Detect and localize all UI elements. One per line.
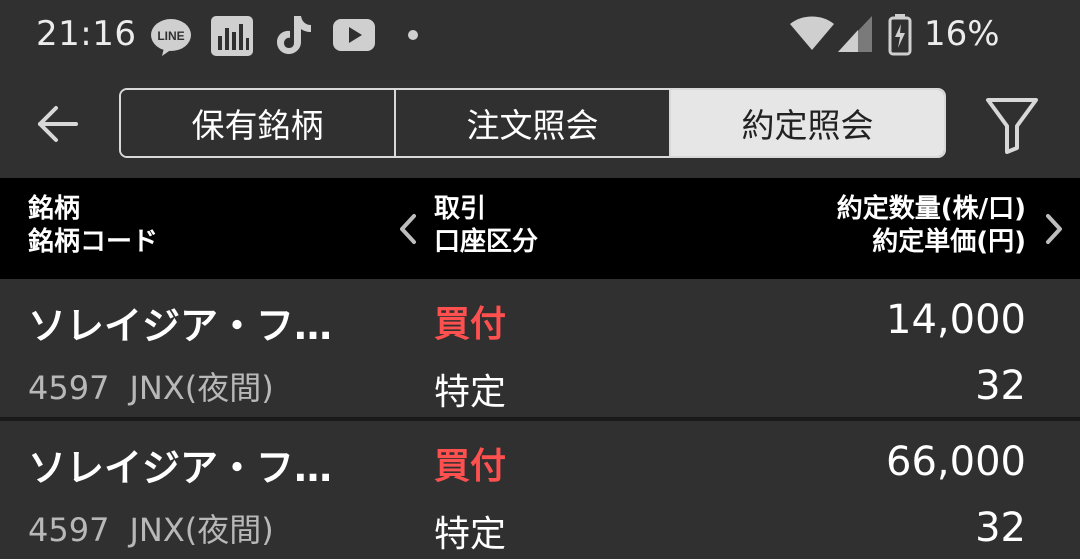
column-header: 銘柄 銘柄コード 取引 口座区分 約定数量(株/口) 約定単価(円) xyxy=(0,178,1080,279)
trade-side: 買付 xyxy=(434,446,507,487)
market-name: JNX(夜間) xyxy=(129,369,274,407)
line-icon: LINE xyxy=(151,19,191,56)
notification-dot-icon xyxy=(408,30,418,40)
executed-quantity: 14,000 xyxy=(886,297,1026,343)
clock: 21:16 xyxy=(36,14,137,54)
column-label-stock-code: 銘柄コード xyxy=(28,227,159,257)
stock-name: ソレイジア・フ… xyxy=(28,304,333,348)
tab-holdings[interactable]: 保有銘柄 xyxy=(121,90,396,156)
header: 保有銘柄 注文照会 約定照会 xyxy=(0,72,1080,178)
back-arrow-icon[interactable] xyxy=(36,102,80,146)
column-header-stock: 銘柄 銘柄コード xyxy=(28,193,158,259)
executed-price: 32 xyxy=(975,505,1026,551)
signal-icon xyxy=(838,16,872,52)
table-row[interactable]: ソレイジア・フ… 4597 JNX(夜間) 買付 特定 66,000 32 xyxy=(0,421,1080,559)
tiktok-icon xyxy=(277,16,311,54)
status-bar: 21:16 LINE 16% xyxy=(0,0,1080,72)
stock-code: 4597 xyxy=(28,369,110,407)
column-header-quantity-price: 約定数量(株/口) 約定単価(円) xyxy=(837,193,1026,259)
tab-execution-inquiry[interactable]: 約定照会 xyxy=(671,90,944,156)
column-label-unit-price: 約定単価(円) xyxy=(872,227,1026,257)
filter-icon[interactable] xyxy=(984,96,1040,154)
account-type: 特定 xyxy=(434,372,507,413)
table-row[interactable]: ソレイジア・フ… 4597 JNX(夜間) 買付 特定 14,000 32 xyxy=(0,279,1080,417)
equalizer-icon xyxy=(211,16,253,56)
stock-code: 4597 xyxy=(28,511,110,549)
stock-name: ソレイジア・フ… xyxy=(28,446,333,490)
column-label-quantity: 約定数量(株/口) xyxy=(836,194,1026,224)
column-label-account-type: 口座区分 xyxy=(434,227,539,257)
column-header-trade: 取引 口座区分 xyxy=(434,193,538,259)
market-name: JNX(夜間) xyxy=(129,511,274,549)
battery-percent: 16% xyxy=(924,14,1000,54)
trade-side: 買付 xyxy=(434,304,507,345)
account-type: 特定 xyxy=(434,514,507,555)
executed-price: 32 xyxy=(975,363,1026,409)
column-label-stock: 銘柄 xyxy=(28,194,81,224)
svg-text:LINE: LINE xyxy=(157,29,184,43)
chevron-right-icon[interactable] xyxy=(1042,210,1066,248)
column-label-trade: 取引 xyxy=(434,194,487,224)
youtube-icon xyxy=(333,19,375,51)
executed-quantity: 66,000 xyxy=(886,439,1026,485)
chevron-left-icon[interactable] xyxy=(396,210,420,248)
segmented-tabs: 保有銘柄 注文照会 約定照会 xyxy=(119,88,946,158)
wifi-icon xyxy=(790,16,834,50)
battery-icon xyxy=(888,14,912,56)
stock-code-market: 4597 JNX(夜間) xyxy=(28,363,274,409)
stock-code-market: 4597 JNX(夜間) xyxy=(28,505,274,551)
tab-order-inquiry[interactable]: 注文照会 xyxy=(396,90,671,156)
